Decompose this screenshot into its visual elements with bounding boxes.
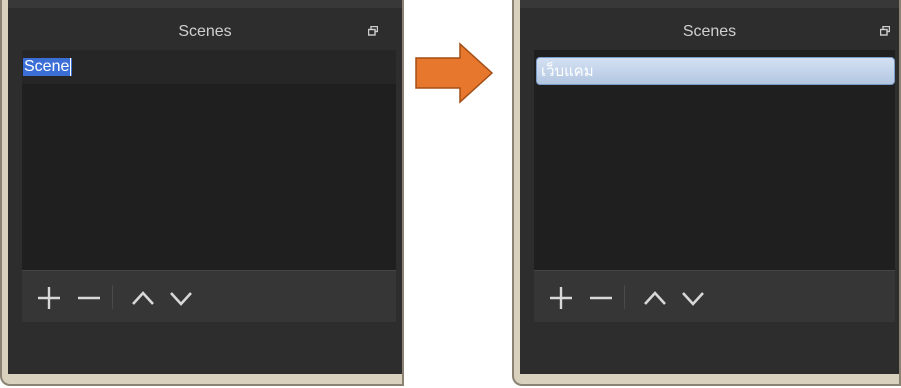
scene-list-item[interactable]: Scene <box>22 50 396 84</box>
add-icon[interactable] <box>36 285 62 311</box>
move-up-icon[interactable] <box>130 285 156 311</box>
scene-rename-field[interactable]: Scene <box>23 58 73 76</box>
move-down-icon[interactable] <box>168 285 194 311</box>
dock-top-strip <box>520 0 899 8</box>
scene-list-item[interactable]: เว็บแคม <box>536 57 895 85</box>
move-down-icon[interactable] <box>680 285 706 311</box>
dock-panel: Scenes Scene <box>8 0 402 374</box>
scenes-toolbar <box>22 270 396 322</box>
dock-panel: Scenes เว็บแคม <box>520 0 899 374</box>
remove-icon[interactable] <box>76 285 102 311</box>
dock-title: Scenes <box>682 23 737 40</box>
scenes-dock-after: Scenes เว็บแคม <box>512 0 901 386</box>
move-up-icon[interactable] <box>642 285 668 311</box>
scenes-list: เว็บแคม <box>534 50 895 270</box>
toolbar-separator <box>624 285 625 309</box>
dock-top-strip <box>8 0 402 8</box>
scene-name: เว็บแคม <box>541 62 594 80</box>
scenes-dock-before: Scenes Scene <box>0 0 404 386</box>
scenes-toolbar <box>534 270 895 322</box>
dock-title: Scenes <box>178 23 232 40</box>
remove-icon[interactable] <box>588 285 614 311</box>
text-caret <box>70 58 72 76</box>
toolbar-separator <box>112 285 113 309</box>
arrow-right-icon <box>414 42 496 104</box>
undock-icon[interactable] <box>368 26 378 36</box>
add-icon[interactable] <box>548 285 574 311</box>
scenes-list: Scene <box>22 50 396 270</box>
undock-icon[interactable] <box>880 26 890 36</box>
